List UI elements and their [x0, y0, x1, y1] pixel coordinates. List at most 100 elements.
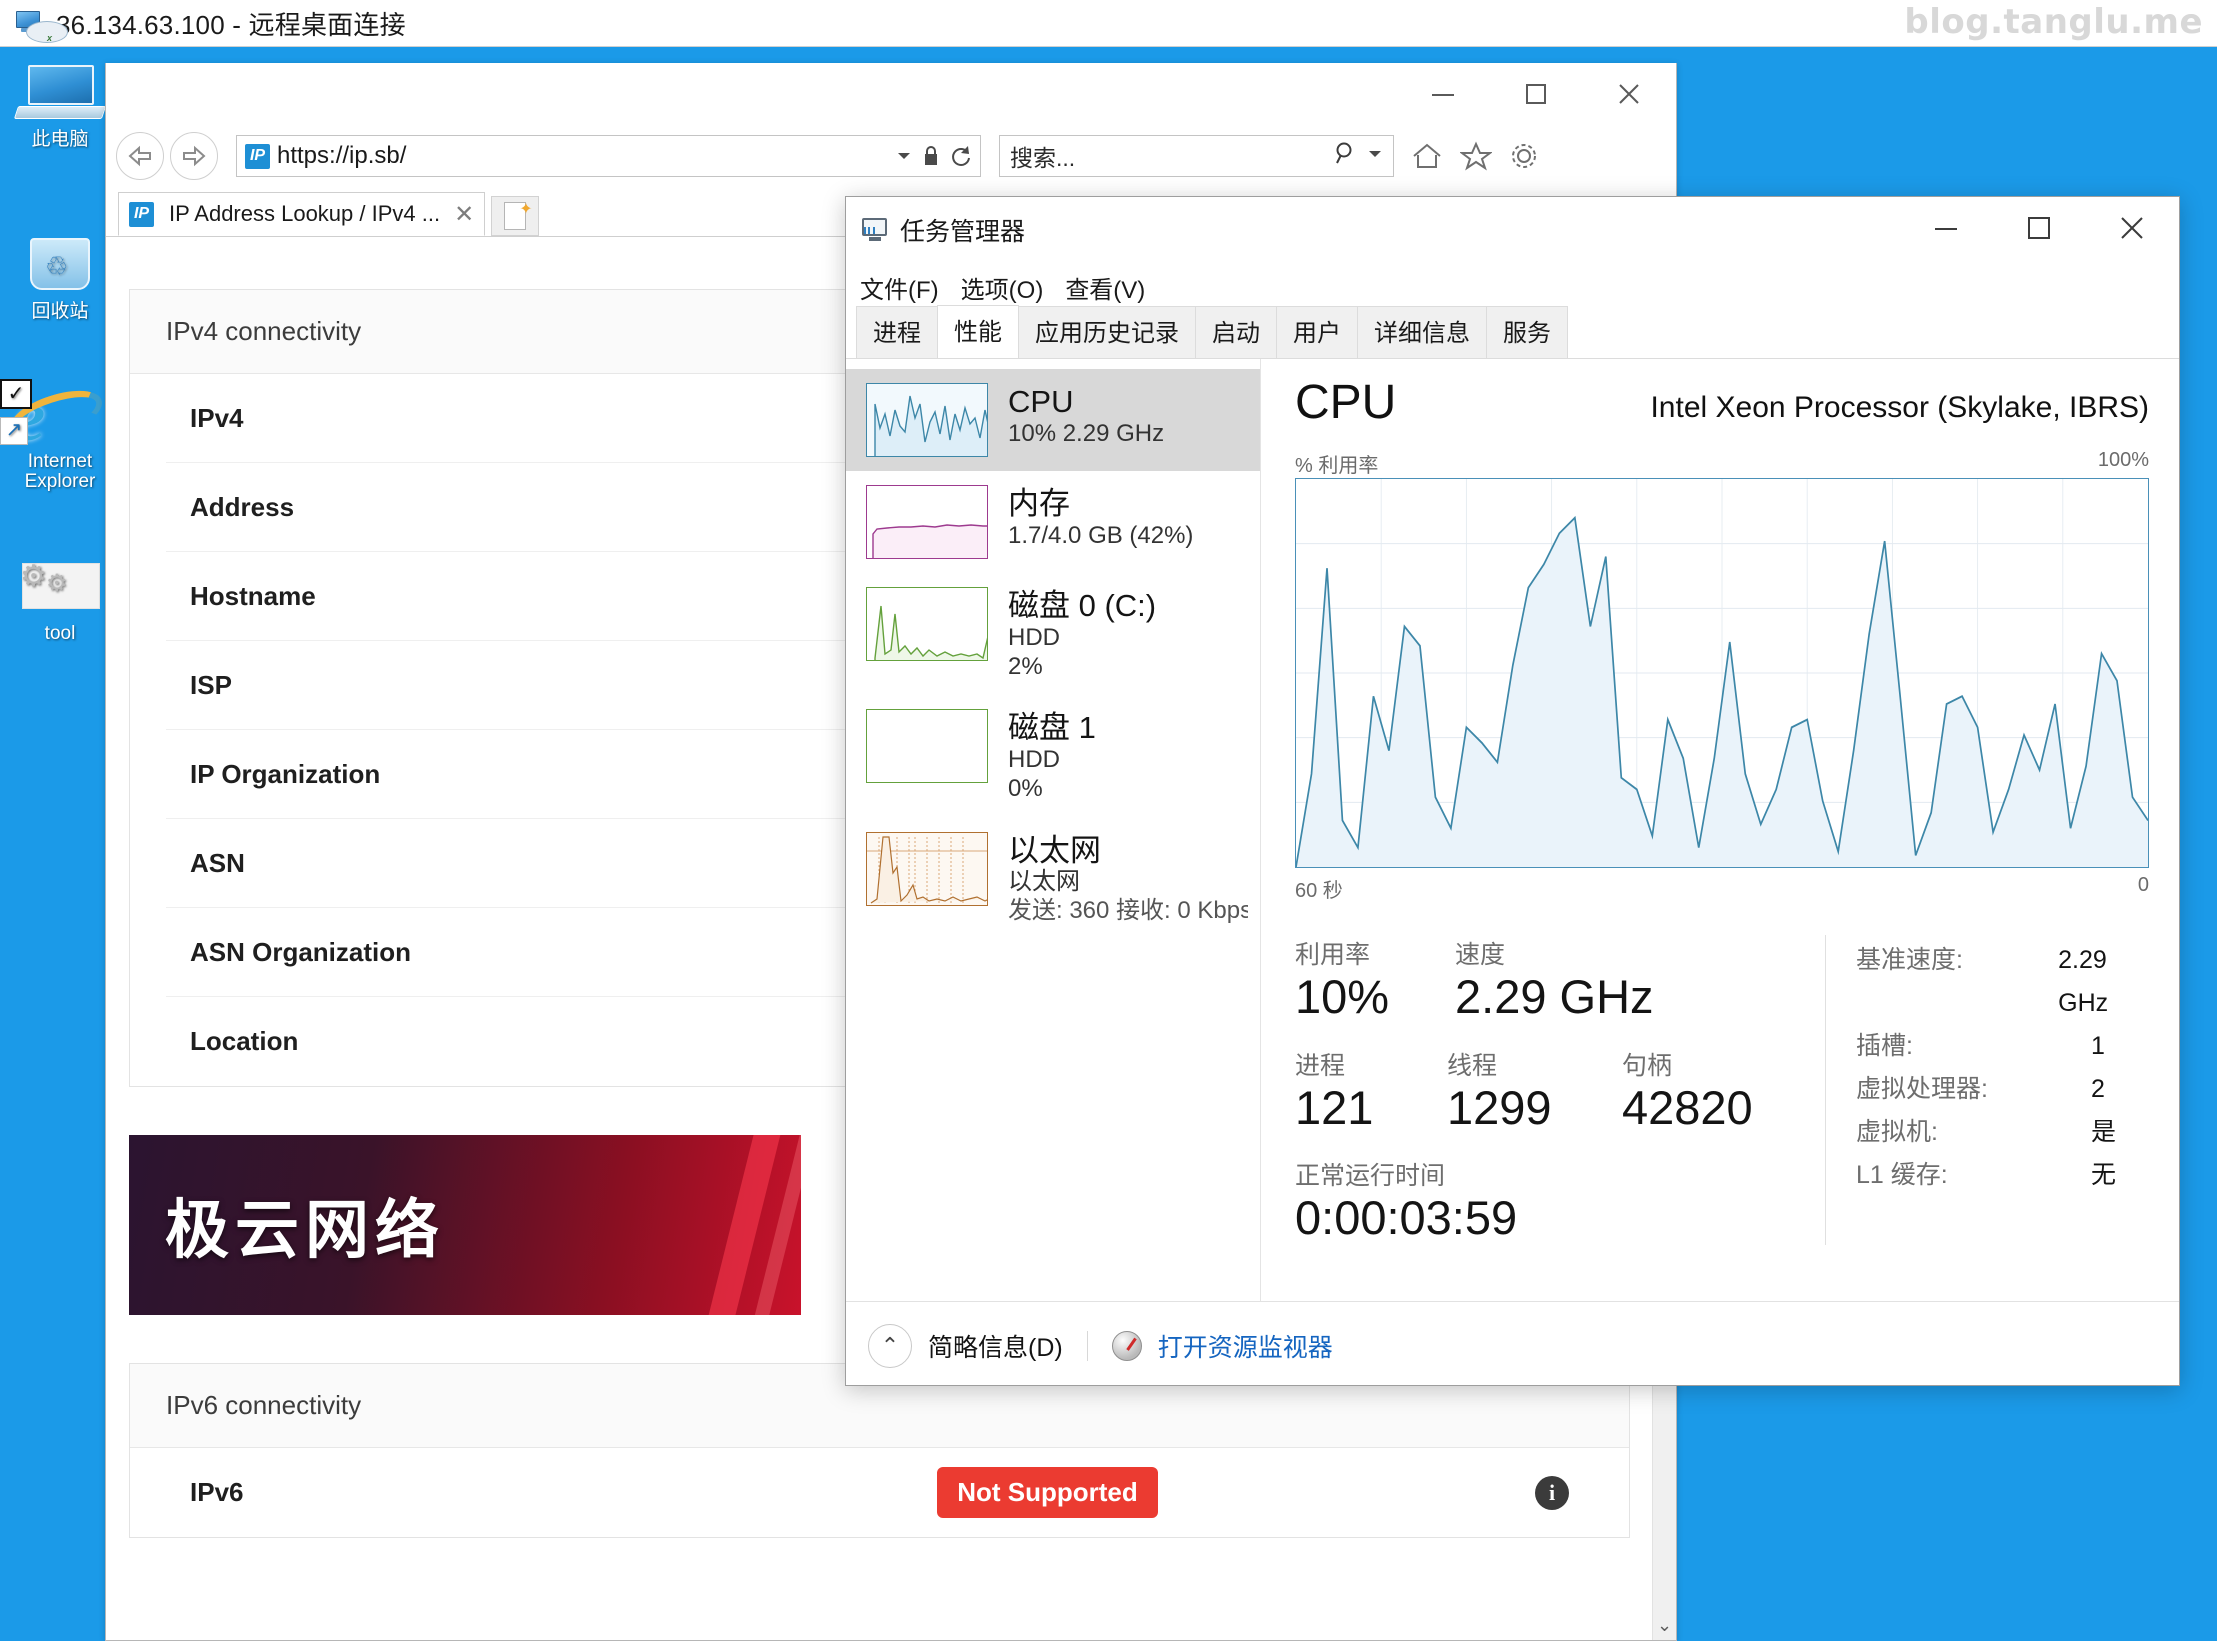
stat-speed: 速度 2.29 GHz: [1455, 935, 1654, 1024]
search-dropdown-icon[interactable]: [1367, 147, 1383, 165]
tab-services[interactable]: 服务: [1486, 306, 1568, 358]
sidebar-item-label: 磁盘 1: [1008, 710, 1096, 746]
stat-value: 10%: [1295, 970, 1390, 1023]
task-manager-window: 任务管理器 文件(F) 选项(O) 查看(V) 进程 性能 应用历史记录 启动 …: [845, 196, 2180, 1386]
row-label: ASN Organization: [190, 936, 412, 967]
address-bar[interactable]: IP https://ip.sb/: [236, 135, 981, 177]
banner-text: 极云网络: [165, 1194, 445, 1266]
task-manager-icon: [860, 217, 890, 243]
browser-tab[interactable]: IP IP Address Lookup / IPv4 ... ✕: [118, 192, 486, 236]
stat-value: 2.29 GHz: [1455, 970, 1654, 1023]
sidebar-item-memory[interactable]: 内存 1.7/4.0 GB (42%): [846, 471, 1260, 573]
desktop-icon-recycle-bin[interactable]: ♲ 回收站: [8, 233, 112, 322]
sidebar-item-disk-0[interactable]: 磁盘 0 (C:) HDD 2%: [846, 573, 1260, 695]
fewer-details-button[interactable]: 简略信息(D): [928, 1328, 1063, 1364]
task-manager-titlebar: 任务管理器: [846, 197, 2179, 263]
sidebar-item-meta: 以太网 以太网 发送: 360 接收: 0 Kbps: [1008, 832, 1248, 926]
site-favicon-icon: IP: [245, 143, 270, 169]
shortcut-arrow-icon: ↗: [0, 417, 28, 445]
chevron-up-icon[interactable]: ⌃: [868, 1323, 912, 1368]
cpu-stats-left: 利用率 10% 速度 2.29 GHz 进程 121 线程 1299 句柄 42…: [1295, 935, 1815, 1245]
spec-base-speed: 基准速度: 2.29 GHz: [1856, 939, 2149, 1025]
task-manager-title: 任务管理器: [900, 218, 1026, 246]
sidebar-item-meta: CPU 10% 2.29 GHz: [1008, 383, 1164, 449]
home-icon[interactable]: [1410, 141, 1444, 171]
scroll-down-arrow-icon[interactable]: ⌄: [1653, 1612, 1676, 1638]
desktop-icon-tool[interactable]: ⚙ ⚙ tool: [8, 555, 112, 644]
spec-value: 是: [2091, 1118, 2117, 1146]
forward-button[interactable]: [170, 132, 218, 180]
sidebar-item-disk-1[interactable]: 磁盘 1 HDD 0%: [846, 695, 1260, 817]
advertisement-banner[interactable]: 极云网络: [129, 1135, 801, 1315]
cpu-header: CPU Intel Xeon Processor (Skylake, IBRS): [1295, 379, 2149, 427]
ipv6-connectivity-panel: IPv6 connectivity IPv6 Not Supported i: [129, 1363, 1630, 1538]
tab-app-history[interactable]: 应用历史记录: [1018, 306, 1196, 358]
back-button[interactable]: [116, 132, 164, 180]
tab-performance[interactable]: 性能: [937, 305, 1019, 358]
desktop-icon-label: tool: [44, 623, 76, 644]
stat-key: 速度: [1455, 941, 1506, 969]
disk0-sparkline-icon: [866, 587, 988, 661]
sidebar-item-sub: 1.7/4.0 GB (42%): [1008, 521, 1194, 549]
memory-sparkline-icon: [866, 485, 988, 559]
spec-virtual-machine: 虚拟机: 是: [1856, 1111, 2149, 1154]
performance-sidebar: CPU 10% 2.29 GHz 内存 1.7/4.0 GB (42%) 磁盘 …: [846, 359, 1261, 1301]
maximize-button[interactable]: [1992, 197, 2085, 259]
stat-value: 121: [1295, 1080, 1374, 1134]
info-icon[interactable]: i: [1535, 1475, 1569, 1510]
tab-close-icon[interactable]: ✕: [454, 200, 474, 229]
task-manager-body: CPU 10% 2.29 GHz 内存 1.7/4.0 GB (42%) 磁盘 …: [846, 359, 2179, 1301]
spec-key: 插槽:: [1856, 1032, 1913, 1060]
sidebar-item-sub2: 发送: 360 接收: 0 Kbps: [1008, 897, 1248, 925]
stat-key: 线程: [1447, 1051, 1498, 1080]
spec-value: 2.29 GHz: [2058, 946, 2109, 1017]
disk1-sparkline-icon: [866, 709, 988, 784]
row-value: Not Supported: [570, 1467, 1535, 1518]
tab-users[interactable]: 用户: [1276, 306, 1358, 358]
close-button[interactable]: [1583, 63, 1676, 125]
desktop-icon-label: 回收站: [31, 301, 89, 322]
minimize-button[interactable]: [1899, 197, 1992, 259]
refresh-icon[interactable]: [950, 144, 972, 168]
sidebar-item-label: 磁盘 0 (C:): [1008, 588, 1157, 623]
cpu-model: Intel Xeon Processor (Skylake, IBRS): [1650, 391, 2149, 424]
desktop-icon-internet-explorer[interactable]: e ✓ ↗ Internet Explorer: [0, 379, 112, 492]
this-pc-icon: [8, 61, 112, 125]
gear-icon[interactable]: [1508, 141, 1540, 171]
row-label: IPv4: [190, 402, 244, 433]
browser-tab-title: IP Address Lookup / IPv4 ...: [169, 201, 441, 226]
sidebar-item-sub2: 0%: [1008, 774, 1043, 802]
maximize-button[interactable]: [1489, 63, 1582, 125]
task-manager-footer: ⌃ 简略信息(D) 打开资源监视器: [846, 1301, 2179, 1389]
new-tab-button[interactable]: ✦: [491, 196, 540, 236]
browser-window-controls: [1396, 63, 1676, 125]
tab-processes[interactable]: 进程: [856, 306, 938, 358]
tab-details[interactable]: 详细信息: [1357, 306, 1487, 358]
folder-tool-icon: ⚙ ⚙: [8, 555, 112, 619]
stat-key: 句柄: [1622, 1051, 1673, 1080]
stat-handles: 句柄 42820: [1622, 1046, 1753, 1135]
stat-threads: 线程 1299: [1447, 1046, 1622, 1135]
desktop-icon-this-pc[interactable]: 此电脑: [8, 61, 112, 150]
tab-startup[interactable]: 启动: [1195, 306, 1277, 358]
stat-utilization: 利用率 10%: [1295, 935, 1455, 1024]
menu-options[interactable]: 选项(O): [961, 270, 1044, 305]
menu-file[interactable]: 文件(F): [860, 270, 939, 305]
sidebar-item-ethernet[interactable]: 以太网 以太网 发送: 360 接收: 0 Kbps: [846, 818, 1260, 940]
search-input[interactable]: 搜索...: [999, 135, 1394, 177]
favorites-star-icon[interactable]: [1460, 141, 1492, 171]
stat-value: 0:00:03:59: [1295, 1191, 1518, 1245]
chevron-down-icon[interactable]: [896, 150, 912, 162]
minimize-button[interactable]: [1396, 63, 1489, 125]
cpu-graph-axis-bottom: 60 秒 0: [1295, 874, 2149, 903]
sidebar-item-sub: HDD: [1008, 746, 1060, 774]
stats-divider: [1825, 935, 1826, 1245]
footer-divider: [1086, 1330, 1088, 1361]
search-icon[interactable]: [1333, 141, 1357, 172]
close-button[interactable]: [2086, 197, 2179, 259]
open-resource-monitor-link[interactable]: 打开资源监视器: [1158, 1328, 1333, 1364]
menu-view[interactable]: 查看(V): [1065, 270, 1145, 305]
checkbox-icon[interactable]: ✓: [0, 379, 32, 409]
row-label: ASN: [190, 847, 245, 878]
sidebar-item-cpu[interactable]: CPU 10% 2.29 GHz: [846, 369, 1260, 471]
